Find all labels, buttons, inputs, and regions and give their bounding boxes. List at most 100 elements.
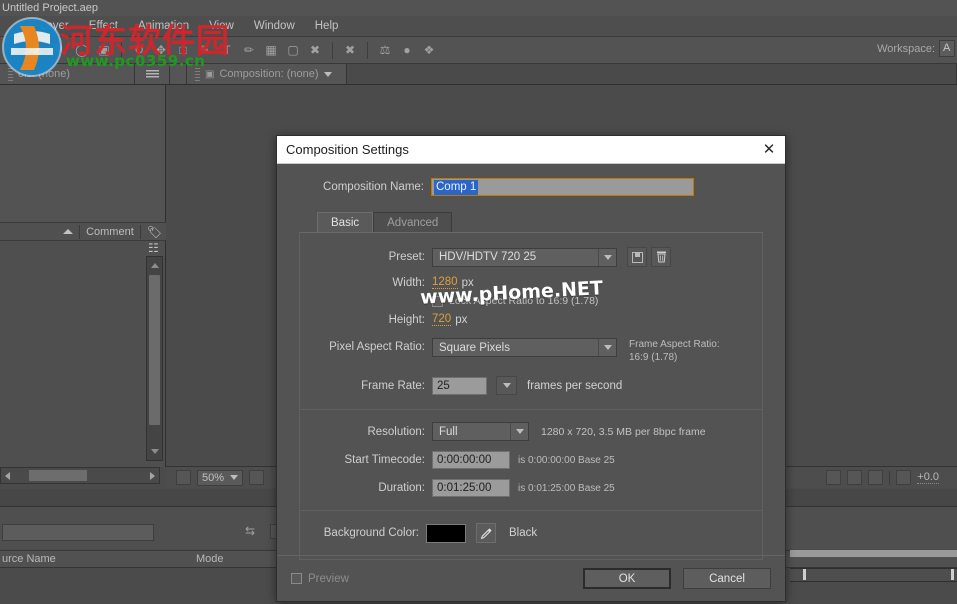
- exposure-value[interactable]: +0.0: [917, 471, 939, 484]
- selection-tool-icon[interactable]: ▶: [6, 40, 26, 60]
- pixel-aspect-dropdown[interactable]: Square Pixels: [432, 338, 617, 357]
- project-horizontal-scrollbar[interactable]: [0, 467, 160, 484]
- group-separator-2: [300, 510, 762, 511]
- panel-menu-button-left[interactable]: [135, 64, 170, 84]
- panel-tab-effect-controls[interactable]: ols: (none): [0, 64, 135, 84]
- timeline-search-input[interactable]: [2, 524, 154, 541]
- preview-checkbox[interactable]: [291, 573, 302, 584]
- text-tool-icon[interactable]: T: [217, 40, 237, 60]
- pen-tool-icon[interactable]: ✎: [195, 40, 215, 60]
- timeline-ruler[interactable]: [790, 550, 957, 557]
- duration-input[interactable]: 0:01:25:00: [432, 479, 510, 497]
- pixel-aspect-value: Square Pixels: [439, 341, 510, 354]
- timeline-marker-end[interactable]: [951, 569, 954, 580]
- puppet-pin-tool-icon[interactable]: ✖: [340, 40, 360, 60]
- close-icon[interactable]: ✕: [759, 140, 779, 160]
- chevron-down-icon-par[interactable]: [598, 339, 616, 356]
- panel-gripper-icon[interactable]: [8, 67, 13, 81]
- resolution-value: Full: [439, 425, 458, 438]
- group-separator-1: [300, 409, 762, 410]
- node-tree-icon[interactable]: ☷: [148, 241, 159, 255]
- composition-mini-flowchart-icon[interactable]: ⇆: [240, 521, 260, 541]
- frame-rate-dropdown[interactable]: [496, 376, 517, 395]
- fit-to-view-icon[interactable]: [176, 470, 191, 485]
- transparency-grid-icon[interactable]: [847, 470, 863, 485]
- resolution-label: Resolution:: [367, 425, 425, 438]
- width-value[interactable]: 1280: [432, 276, 458, 289]
- exposure-icon[interactable]: [896, 470, 912, 485]
- trash-icon[interactable]: [651, 247, 671, 267]
- orbit-tool-icon[interactable]: ◯: [72, 40, 92, 60]
- scroll-down-arrow-icon[interactable]: [151, 449, 159, 454]
- start-timecode-input[interactable]: 0:00:00:00: [432, 451, 510, 469]
- resolution-dropdown[interactable]: Full: [432, 422, 529, 441]
- label-tag-icon[interactable]: 🏷: [147, 225, 162, 239]
- composition-name-input[interactable]: Comp 1: [430, 177, 695, 197]
- lock-aspect-checkbox[interactable]: [432, 295, 443, 307]
- cancel-button[interactable]: Cancel: [683, 568, 771, 589]
- resolution-row: Resolution: Full 1280 x 720, 3.5 MB per …: [300, 422, 762, 441]
- ok-button[interactable]: OK: [583, 568, 671, 589]
- region-of-interest-icon[interactable]: [826, 470, 842, 485]
- frame-rate-input[interactable]: 25: [432, 376, 487, 395]
- camera-tool-icon[interactable]: ▣: [94, 40, 114, 60]
- hscroll-thumb[interactable]: [29, 470, 87, 481]
- column-mode[interactable]: Mode: [196, 553, 224, 565]
- tab-advanced[interactable]: Advanced: [373, 212, 453, 233]
- tab-basic[interactable]: Basic: [317, 212, 374, 233]
- eyedropper-glyph: [480, 527, 492, 539]
- column-source-name[interactable]: urce Name: [2, 553, 56, 565]
- menu-item-layer[interactable]: Layer: [30, 16, 79, 37]
- project-vertical-scrollbar[interactable]: [146, 256, 163, 461]
- hand-tool-icon[interactable]: ✋: [28, 40, 48, 60]
- workspace-dropdown[interactable]: A: [939, 40, 955, 57]
- menu-item-animation[interactable]: Animation: [128, 16, 199, 37]
- chevron-down-icon[interactable]: [323, 71, 332, 77]
- save-preset-icon[interactable]: [627, 247, 647, 267]
- composition-name-label: Composition Name:: [323, 181, 424, 193]
- align-icon[interactable]: ⚖: [375, 40, 395, 60]
- rotate-tool-icon[interactable]: ↻: [129, 40, 149, 60]
- timeline-track-area[interactable]: [790, 568, 957, 582]
- view-layout-icon[interactable]: [868, 470, 884, 485]
- menu-item-effect[interactable]: Effect: [79, 16, 128, 37]
- mask-icon[interactable]: ❖: [419, 40, 439, 60]
- resolution-toggle-icon[interactable]: [249, 470, 265, 485]
- chevron-down-icon-preset[interactable]: [598, 248, 616, 266]
- lock-aspect-row: Lock Aspect Ratio to 16:9 (1.78): [300, 295, 762, 307]
- width-label: Width:: [392, 276, 425, 289]
- pan-behind-tool-icon[interactable]: ✥: [151, 40, 171, 60]
- zoom-level-dropdown[interactable]: 50%: [197, 469, 244, 486]
- menu-item-view[interactable]: View: [199, 16, 244, 37]
- menu-bar: Layer Effect Animation View Window Help: [0, 16, 957, 37]
- chevron-down-icon-res[interactable]: [510, 423, 528, 440]
- scroll-thumb[interactable]: [149, 275, 160, 425]
- height-value[interactable]: 720: [432, 313, 452, 326]
- scroll-left-arrow-icon[interactable]: [5, 472, 10, 480]
- scroll-up-arrow-icon[interactable]: [151, 263, 159, 268]
- preset-dropdown[interactable]: HDV/HDTV 720 25: [432, 247, 617, 267]
- menu-item-window[interactable]: Window: [244, 16, 305, 37]
- panel-tab-rest: [347, 64, 957, 84]
- background-color-swatch[interactable]: [426, 523, 466, 543]
- collapse-up-icon[interactable]: [63, 229, 74, 234]
- shape-tool-icon[interactable]: □: [173, 40, 193, 60]
- panel-tab-composition[interactable]: ▣ Composition: (none): [187, 64, 347, 84]
- scroll-right-arrow-icon[interactable]: [150, 472, 155, 480]
- chevron-down-icon-zoom[interactable]: [230, 475, 239, 480]
- workspace-switcher[interactable]: Workspace: A: [877, 40, 955, 57]
- clone-stamp-tool-icon[interactable]: ▦: [261, 40, 281, 60]
- panel-divider-left[interactable]: [170, 64, 187, 84]
- brush-tool-icon[interactable]: ✏: [239, 40, 259, 60]
- zoom-tool-icon[interactable]: 🔍: [50, 40, 70, 60]
- roto-brush-tool-icon[interactable]: ✖: [305, 40, 325, 60]
- timeline-marker-start[interactable]: [803, 569, 806, 580]
- eyedropper-icon[interactable]: [476, 523, 496, 543]
- panel-menu-icon[interactable]: [145, 69, 159, 79]
- frame-aspect-block: Frame Aspect Ratio: 16:9 (1.78): [629, 338, 720, 364]
- menu-item-help[interactable]: Help: [305, 16, 349, 37]
- start-timecode-row: Start Timecode: 0:00:00:00 is 0:00:00:00…: [300, 451, 762, 469]
- dialog-body: Composition Name: Comp 1 Basic Advanced …: [277, 164, 785, 560]
- panel-gripper-icon-3[interactable]: [195, 67, 200, 81]
- eraser-tool-icon[interactable]: ▢: [283, 40, 303, 60]
